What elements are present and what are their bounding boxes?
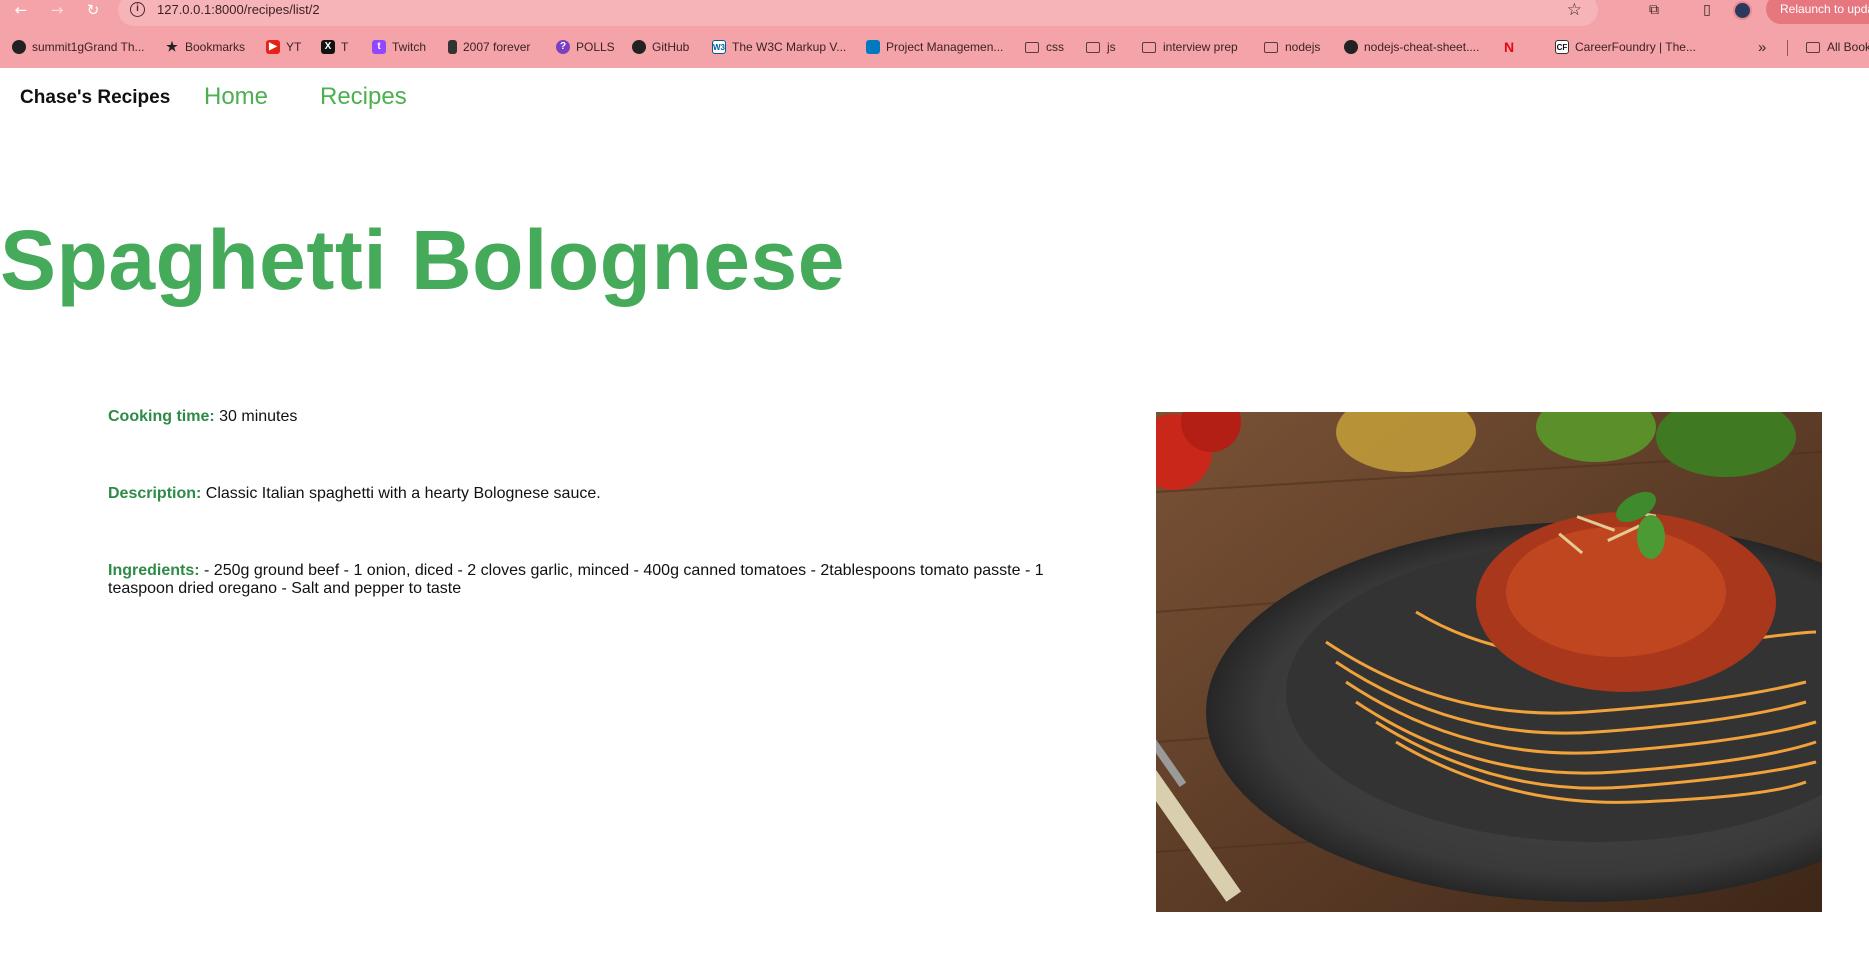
bookmark-item[interactable]: Project Managemen... bbox=[866, 36, 1003, 58]
w3c-icon: W3 bbox=[712, 40, 726, 54]
bookmark-item[interactable]: W3 The W3C Markup V... bbox=[712, 36, 846, 58]
folder-icon bbox=[1264, 41, 1278, 53]
bookmark-item[interactable]: 2007 forever bbox=[448, 36, 530, 58]
bookmark-label: T bbox=[341, 40, 349, 54]
bookmark-item[interactable]: X T bbox=[321, 36, 348, 58]
youtube-icon: ▶ bbox=[266, 40, 280, 54]
bookmark-folder[interactable]: interview prep bbox=[1142, 36, 1238, 58]
bookmark-item[interactable]: N bbox=[1502, 36, 1522, 58]
bookmark-label: POLLS bbox=[576, 40, 615, 54]
bookmark-item[interactable]: ▶ YT bbox=[266, 36, 301, 58]
folder-icon bbox=[1086, 41, 1100, 53]
globe-icon bbox=[12, 40, 26, 54]
bookmark-label: GitHub bbox=[652, 40, 690, 54]
cooking-time: Cooking time: 30 minutes bbox=[108, 408, 1058, 426]
bookmarks-divider bbox=[1787, 40, 1788, 56]
folder-icon bbox=[1025, 41, 1039, 53]
twitch-icon: t bbox=[372, 40, 386, 54]
folder-icon bbox=[1142, 41, 1156, 53]
bookmark-label: 2007 forever bbox=[463, 40, 531, 54]
bookmark-folder[interactable]: css bbox=[1025, 36, 1064, 58]
bookmark-label: Project Managemen... bbox=[886, 40, 1004, 54]
bookmark-item[interactable]: nodejs-cheat-sheet.... bbox=[1344, 36, 1479, 58]
ingredients-label: Ingredients: bbox=[108, 562, 200, 579]
site-navbar: Chase's Recipes Home Recipes bbox=[0, 68, 1869, 128]
bookmark-item[interactable]: GitHub bbox=[632, 36, 689, 58]
browser-chrome: ← → ↻ i 127.0.0.1:8000/recipes/list/2 ☆ … bbox=[0, 0, 1869, 68]
bookmark-label: YT bbox=[286, 40, 302, 54]
description-value: Classic Italian spaghetti with a hearty … bbox=[205, 485, 601, 502]
bookmark-label: nodejs-cheat-sheet.... bbox=[1364, 40, 1480, 54]
netflix-icon: N bbox=[1503, 39, 1515, 55]
bookmark-label: All Bookmarks bbox=[1827, 40, 1869, 54]
back-arrow-icon[interactable]: ← bbox=[10, 0, 32, 20]
bookmark-folder[interactable]: js bbox=[1086, 36, 1116, 58]
folder-icon bbox=[1806, 41, 1820, 53]
forward-arrow-icon[interactable]: → bbox=[46, 0, 68, 20]
site-brand[interactable]: Chase's Recipes bbox=[20, 87, 170, 109]
bookmark-label: interview prep bbox=[1163, 40, 1238, 54]
address-url[interactable]: 127.0.0.1:8000/recipes/list/2 bbox=[157, 2, 320, 17]
recipe-image bbox=[1156, 412, 1822, 912]
bookmarks-overflow-button[interactable]: » bbox=[1758, 36, 1766, 58]
polls-icon: ? bbox=[556, 40, 570, 54]
trello-icon bbox=[866, 40, 880, 54]
bookmark-label: summit1gGrand Th... bbox=[32, 40, 145, 54]
extensions-icon[interactable]: ⧉ bbox=[1645, 2, 1663, 18]
github-icon bbox=[632, 40, 646, 54]
bookmark-item[interactable]: summit1gGrand Th... bbox=[12, 36, 145, 58]
page-content: Chase's Recipes Home Recipes Spaghetti B… bbox=[0, 68, 1869, 958]
all-bookmarks-folder[interactable]: All Bookmarks bbox=[1806, 36, 1869, 58]
x-icon: X bbox=[321, 40, 335, 54]
cooking-time-value: 30 minutes bbox=[219, 408, 298, 425]
reload-icon[interactable]: ↻ bbox=[82, 0, 104, 20]
careerfoundry-icon: CF bbox=[1555, 40, 1569, 54]
recipe-title: Spaghetti Bolognese bbox=[0, 213, 845, 307]
nav-link-home[interactable]: Home bbox=[204, 83, 268, 111]
page-icon bbox=[448, 40, 457, 54]
bookmark-label: The W3C Markup V... bbox=[732, 40, 847, 54]
bookmark-label: css bbox=[1046, 40, 1064, 54]
bookmark-label: Bookmarks bbox=[185, 40, 246, 54]
bookmark-star-icon[interactable]: ☆ bbox=[1567, 0, 1582, 20]
nav-link-recipes[interactable]: Recipes bbox=[320, 83, 407, 111]
bookmarks-bar: summit1gGrand Th... ★ Bookmarks ▶ YT X T… bbox=[0, 36, 1869, 58]
relaunch-button[interactable]: Relaunch to update bbox=[1766, 0, 1869, 24]
bookmark-label: nodejs bbox=[1285, 40, 1321, 54]
description-label: Description: bbox=[108, 485, 202, 502]
side-panel-icon[interactable]: ▯ bbox=[1698, 2, 1716, 18]
bookmark-folder[interactable]: nodejs bbox=[1264, 36, 1320, 58]
bookmark-label: Twitch bbox=[392, 40, 427, 54]
star-icon: ★ bbox=[166, 39, 178, 54]
site-info-icon[interactable]: i bbox=[130, 2, 145, 17]
spaghetti-plate-illustration bbox=[1156, 412, 1822, 912]
bookmark-item[interactable]: ? POLLS bbox=[556, 36, 615, 58]
browser-toolbar: ← → ↻ i 127.0.0.1:8000/recipes/list/2 ☆ … bbox=[0, 0, 1869, 26]
bookmark-item[interactable]: CF CareerFoundry | The... bbox=[1555, 36, 1696, 58]
description: Description: Classic Italian spaghetti w… bbox=[108, 485, 1058, 503]
address-bar[interactable]: i 127.0.0.1:8000/recipes/list/2 ☆ bbox=[118, 0, 1598, 26]
globe-icon bbox=[1344, 40, 1358, 54]
bookmark-item[interactable]: ★ Bookmarks bbox=[165, 36, 245, 58]
cooking-time-label: Cooking time: bbox=[108, 408, 215, 425]
bookmark-item[interactable]: t Twitch bbox=[372, 36, 426, 58]
profile-avatar[interactable] bbox=[1733, 1, 1752, 20]
ingredients: Ingredients: - 250g ground beef - 1 onio… bbox=[108, 562, 1058, 598]
bookmark-label: CareerFoundry | The... bbox=[1575, 40, 1696, 54]
ingredients-value: - 250g ground beef - 1 onion, diced - 2 … bbox=[108, 562, 1044, 597]
bookmark-label: js bbox=[1107, 40, 1116, 54]
